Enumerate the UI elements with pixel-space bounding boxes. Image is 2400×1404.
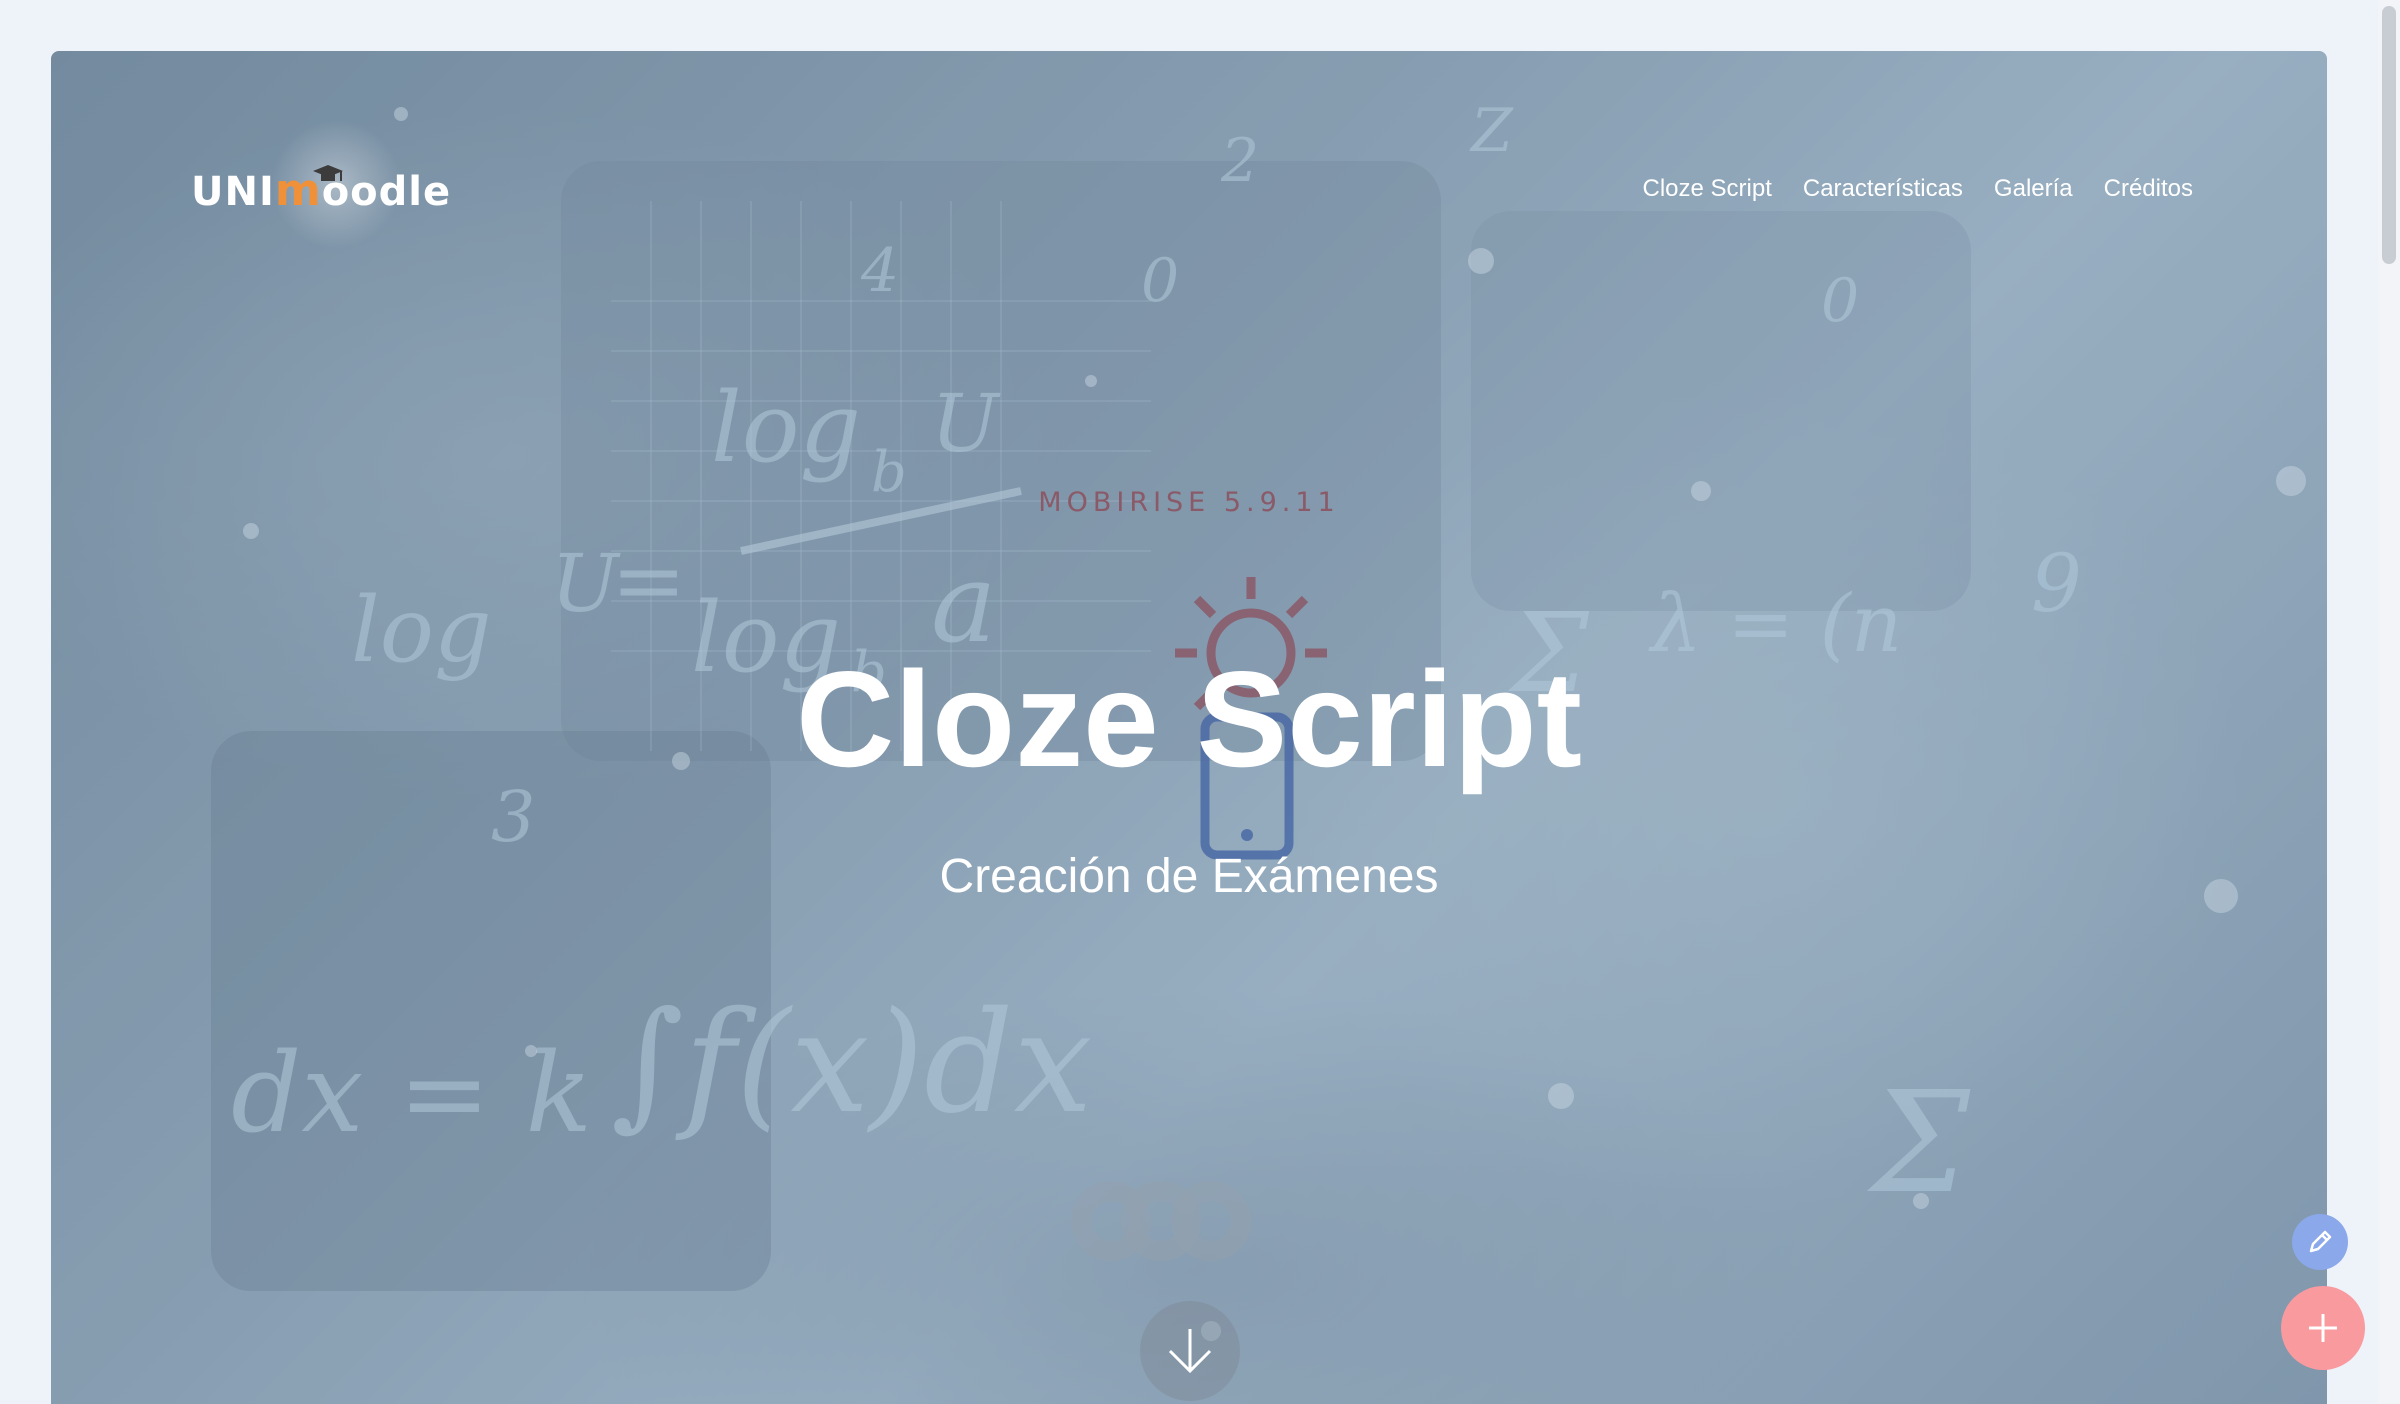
add-block-button[interactable] bbox=[2281, 1286, 2365, 1370]
pencil-icon bbox=[2309, 1230, 2332, 1253]
nav-item-cloze-script[interactable]: Cloze Script bbox=[1643, 175, 1772, 203]
version-badge: MOBIRISE 5.9.11 bbox=[1038, 487, 1340, 518]
plus-icon bbox=[2309, 1314, 2337, 1342]
scrollbar-thumb[interactable] bbox=[2382, 6, 2396, 264]
scroll-down-button[interactable] bbox=[1140, 1301, 1240, 1401]
page-subtitle: Creación de Exámenes bbox=[939, 850, 1439, 903]
graduation-cap-icon bbox=[313, 165, 343, 181]
site-logo[interactable]: UNImoodle bbox=[191, 119, 451, 249]
page-title: Cloze Script bbox=[796, 643, 1582, 795]
nav-item-creditos[interactable]: Créditos bbox=[2104, 175, 2193, 203]
nav-item-galeria[interactable]: Galería bbox=[1994, 175, 2073, 203]
vertical-scrollbar[interactable] bbox=[2378, 0, 2400, 1404]
nav-item-caracteristicas[interactable]: Características bbox=[1803, 175, 1963, 203]
logo-prefix: UNI bbox=[191, 169, 275, 215]
arrow-down-icon bbox=[1168, 1329, 1212, 1374]
hero-section: log b U log b a log U = dx = k ∫f(x)dx Σ… bbox=[51, 51, 2327, 1404]
main-nav: Cloze Script Características Galería Cré… bbox=[1643, 175, 2194, 203]
edit-button[interactable] bbox=[2292, 1214, 2348, 1270]
